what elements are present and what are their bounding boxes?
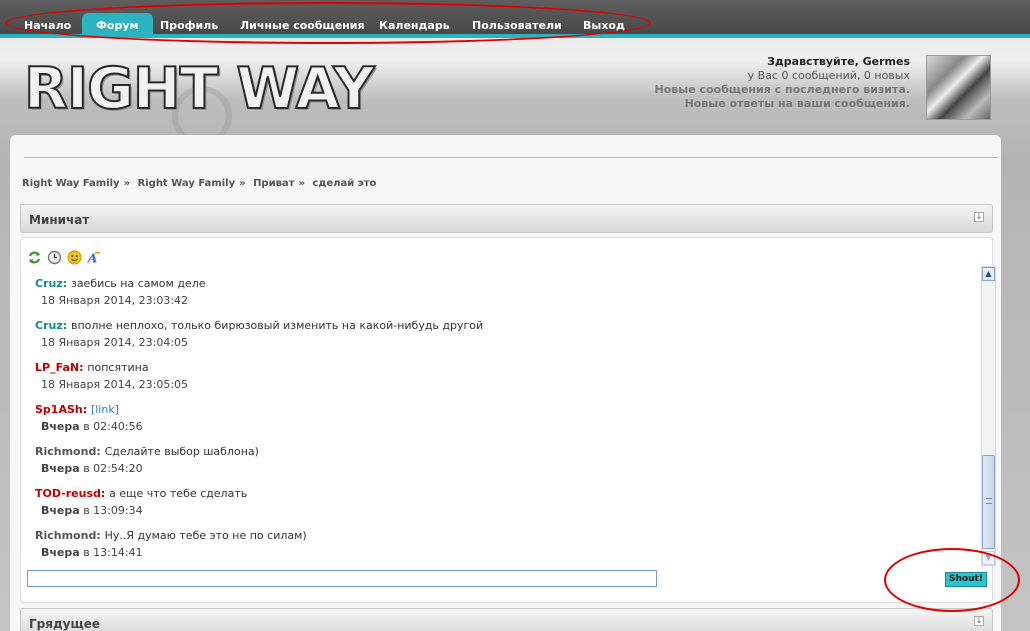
nav-item-messages[interactable]: Личные сообщения bbox=[226, 13, 379, 38]
breadcrumb-current: сделай это bbox=[312, 178, 377, 189]
minichat-header: Миничат ↓ bbox=[20, 204, 993, 233]
message-author[interactable]: TOD-reusd bbox=[35, 487, 101, 500]
breadcrumb-item[interactable]: Приват bbox=[253, 178, 294, 189]
message-author[interactable]: Richmond bbox=[35, 445, 96, 458]
message-text: Сделайте выбор шаблона) bbox=[104, 445, 259, 458]
message-text: вполне неплохо, только бирюзовый изменит… bbox=[70, 319, 484, 332]
message-day: Вчера bbox=[41, 420, 80, 433]
message-day: Вчера bbox=[41, 504, 80, 517]
refresh-icon[interactable] bbox=[27, 250, 42, 265]
message-time: в 02:40:56 bbox=[83, 420, 143, 433]
smiley-icon[interactable] bbox=[67, 250, 82, 265]
site-logo[interactable]: RIGHT WAY bbox=[23, 55, 376, 146]
divider bbox=[24, 157, 998, 158]
message-author[interactable]: Richmond bbox=[35, 529, 96, 542]
message-time: в 13:09:34 bbox=[83, 504, 143, 517]
shout-button[interactable]: Shout! bbox=[945, 572, 987, 587]
breadcrumb-item[interactable]: Right Way Family bbox=[138, 178, 236, 189]
message-time: 18 Января 2014, 23:05:05 bbox=[41, 378, 189, 391]
message-day: Вчера bbox=[41, 462, 80, 475]
message-text: Ну..Я думаю тебе это не по силам) bbox=[104, 529, 307, 542]
message-time: 18 Января 2014, 23:04:05 bbox=[41, 336, 189, 349]
message-author[interactable]: Sp1ASh bbox=[35, 403, 83, 416]
upcoming-header: Грядущее ↓ bbox=[20, 608, 993, 631]
history-icon[interactable] bbox=[47, 250, 62, 265]
message-link[interactable]: [link] bbox=[91, 403, 119, 416]
minichat-title: Миничат bbox=[29, 213, 90, 227]
nav-item-home[interactable]: Начало bbox=[10, 13, 85, 38]
user-welcome: Здравствуйте, Germes у Вас 0 сообщений, … bbox=[655, 55, 910, 111]
top-navigation: Начало Форум Профиль Личные сообщения Ка… bbox=[0, 0, 1030, 38]
shout-input[interactable] bbox=[27, 570, 657, 587]
list-item: TOD-reusd: а еще что тебе сделать Вчера … bbox=[35, 487, 248, 517]
list-item: Cruz: заебись на самом деле 18 Января 20… bbox=[35, 277, 206, 307]
message-text: а еще что тебе сделать bbox=[109, 487, 248, 500]
list-item: Sp1ASh: [link] Вчера в 02:40:56 bbox=[35, 403, 143, 433]
breadcrumb-item[interactable]: Right Way Family bbox=[22, 178, 120, 189]
message-time: в 02:54:20 bbox=[83, 462, 143, 475]
breadcrumb-separator: » bbox=[239, 178, 246, 189]
new-replies-link[interactable]: Новые ответы на ваши сообщения. bbox=[655, 97, 910, 111]
nav-item-users[interactable]: Пользователи bbox=[458, 13, 576, 38]
logo-text: RIGHT WAY bbox=[23, 55, 376, 123]
breadcrumb: Right Way Family» Right Way Family» Прив… bbox=[22, 178, 380, 189]
nav-item-calendar[interactable]: Календарь bbox=[365, 13, 464, 38]
messages-count[interactable]: у Вас 0 сообщений, 0 новых bbox=[655, 69, 910, 83]
nav-item-forum[interactable]: Форум bbox=[82, 13, 153, 38]
nav-item-logout[interactable]: Выход bbox=[569, 13, 639, 38]
collapse-arrow-icon[interactable]: ↓ bbox=[974, 212, 984, 222]
message-time: 18 Января 2014, 23:03:42 bbox=[41, 294, 189, 307]
main-panel: Right Way Family» Right Way Family» Прив… bbox=[10, 135, 1001, 631]
new-posts-link[interactable]: Новые сообщения с последнего визита. bbox=[655, 83, 910, 97]
list-item: Richmond: Сделайте выбор шаблона) Вчера … bbox=[35, 445, 259, 475]
message-time: в 13:14:41 bbox=[83, 546, 143, 559]
list-item: Cruz: вполне неплохо, только бирюзовый и… bbox=[35, 319, 484, 349]
nav-item-profile[interactable]: Профиль bbox=[146, 13, 232, 38]
breadcrumb-separator: » bbox=[298, 178, 305, 189]
message-text: попсятина bbox=[87, 361, 149, 374]
minichat-box: A Cruz: заебись на самом деле 18 Января … bbox=[20, 237, 996, 603]
breadcrumb-separator: » bbox=[123, 178, 131, 189]
message-scrollbar[interactable]: ▲ ▼ bbox=[981, 266, 996, 566]
message-author[interactable]: LP_FaN bbox=[35, 361, 79, 374]
scrollbar-thumb[interactable] bbox=[982, 455, 995, 549]
avatar[interactable] bbox=[926, 55, 991, 120]
scroll-up-icon[interactable]: ▲ bbox=[982, 267, 995, 281]
list-item: Richmond: Ну..Я думаю тебе это не по сил… bbox=[35, 529, 307, 559]
grip-icon bbox=[986, 498, 992, 504]
font-style-icon[interactable]: A bbox=[87, 250, 102, 265]
collapse-arrow-icon[interactable]: ↓ bbox=[974, 616, 984, 626]
greeting: Здравствуйте, Germes bbox=[767, 55, 910, 68]
message-author[interactable]: Cruz bbox=[35, 319, 63, 332]
message-day: Вчера bbox=[41, 546, 80, 559]
scroll-down-icon[interactable]: ▼ bbox=[982, 551, 995, 565]
message-text: заебись на самом деле bbox=[70, 277, 206, 290]
upcoming-title: Грядущее bbox=[29, 617, 100, 631]
list-item: LP_FaN: попсятина 18 Января 2014, 23:05:… bbox=[35, 361, 189, 391]
message-author[interactable]: Cruz bbox=[35, 277, 63, 290]
